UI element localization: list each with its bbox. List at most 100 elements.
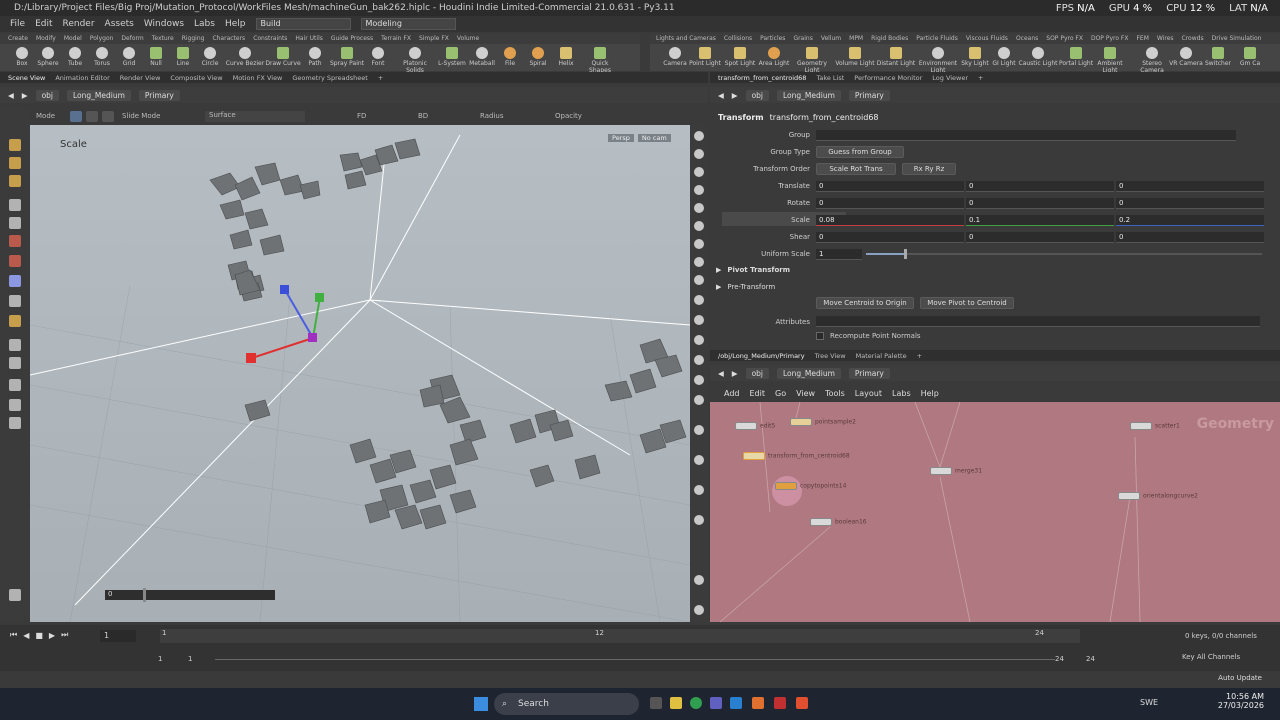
clock-icon[interactable]	[694, 575, 704, 585]
shelf-tab[interactable]: Grains	[793, 35, 812, 42]
magnet-icon[interactable]	[9, 339, 21, 351]
node-orientalongcurve2[interactable]: orientalongcurve2	[1118, 492, 1198, 500]
visibility-icon[interactable]	[694, 275, 704, 285]
wireframe-icon[interactable]	[694, 185, 704, 195]
tab-parameters[interactable]: transform_from_centroid68	[718, 74, 806, 82]
current-frame-field[interactable]: 1	[100, 630, 136, 642]
ghost-icon[interactable]	[694, 295, 704, 305]
net-menu-go[interactable]: Go	[775, 389, 786, 398]
shelf-tab[interactable]: Hair Utils	[295, 35, 322, 42]
persp-menu[interactable]: Persp	[608, 133, 634, 142]
shelf-tab[interactable]: Modify	[36, 35, 56, 42]
path-crumb-obj[interactable]: obj	[35, 89, 59, 101]
shelf-tab[interactable]: DOP Pyro FX	[1091, 35, 1129, 42]
shelf-tab[interactable]: Vellum	[821, 35, 841, 42]
grid-icon[interactable]	[694, 605, 704, 615]
home-icon[interactable]	[694, 515, 704, 525]
net-menu-view[interactable]: View	[796, 389, 815, 398]
search-icon[interactable]	[9, 357, 21, 369]
path-crumb-long-medium[interactable]: Long_Medium	[777, 367, 841, 379]
path-crumb-primary[interactable]: Primary	[138, 89, 180, 101]
menu-labs[interactable]: Labs	[194, 19, 215, 29]
taskbar-search[interactable]: ⌕ Search	[494, 693, 639, 715]
node-name-field[interactable]: transform_from_centroid68	[770, 113, 879, 122]
shelf-tab[interactable]: Create	[8, 35, 28, 42]
end-frame-2[interactable]: 24	[1086, 655, 1095, 663]
prim-numbers-icon[interactable]	[694, 355, 704, 365]
scale-tool-icon[interactable]	[9, 235, 21, 247]
group-type-select[interactable]: Guess from Group	[816, 146, 904, 158]
rotate-tool-icon[interactable]	[9, 217, 21, 229]
points-icon[interactable]	[694, 221, 704, 231]
play-icon[interactable]: ▶	[49, 631, 55, 640]
quick-shapes-tool[interactable]: Quick Shapes	[580, 44, 620, 74]
ambient-light-tool[interactable]: Ambient Light	[1090, 44, 1130, 74]
grid-snap-icon[interactable]	[9, 379, 21, 391]
shelf-tab[interactable]: Wires	[1157, 35, 1174, 42]
play-reverse-icon[interactable]: ◀	[23, 631, 29, 640]
net-menu-help[interactable]: Help	[921, 389, 939, 398]
add-tab-icon[interactable]: +	[378, 74, 383, 82]
group-field[interactable]	[816, 130, 1236, 141]
houdini-icon[interactable]	[752, 697, 764, 709]
point-numbers-icon[interactable]	[694, 335, 704, 345]
shelf-tab[interactable]: Terrain FX	[381, 35, 411, 42]
stop-icon[interactable]: ■	[35, 631, 43, 640]
add-tab-icon[interactable]: +	[917, 352, 922, 360]
render-icon[interactable]	[694, 455, 704, 465]
back-arrow-icon[interactable]: ◀	[718, 91, 724, 100]
windows-start-icon[interactable]	[474, 697, 488, 711]
tab-take-list[interactable]: Take List	[816, 74, 844, 82]
slide-mode-label[interactable]: Slide Mode	[122, 112, 160, 120]
net-menu-tools[interactable]: Tools	[825, 389, 845, 398]
tab-animation-editor[interactable]: Animation Editor	[55, 74, 109, 82]
menu-file[interactable]: File	[10, 19, 25, 29]
translate-y-field[interactable]: 0	[966, 181, 1114, 192]
camera-menu[interactable]: No cam	[637, 133, 671, 142]
node-scatter1[interactable]: scatter1	[1130, 422, 1180, 430]
node-edit5[interactable]: edit5	[735, 422, 775, 430]
path-crumb-long-medium[interactable]: Long_Medium	[777, 89, 841, 101]
brush-mode-icon[interactable]	[86, 111, 98, 122]
brave-icon[interactable]	[796, 697, 808, 709]
shelf-tab[interactable]: Model	[64, 35, 82, 42]
end-frame[interactable]: 24	[1055, 655, 1064, 663]
transform-order-select[interactable]: Scale Rot Trans	[816, 163, 896, 175]
shelf-tab[interactable]: Volume	[457, 35, 479, 42]
distant-light-tool[interactable]: Distant Light	[876, 44, 916, 71]
tab-composite-view[interactable]: Composite View	[170, 74, 222, 82]
add-tab-icon[interactable]: +	[978, 74, 983, 82]
font-tool[interactable]: Font	[358, 44, 398, 71]
tab-performance-monitor[interactable]: Performance Monitor	[854, 74, 922, 82]
pose-tool-icon[interactable]	[9, 157, 21, 169]
shelf-tab[interactable]: FEM	[1136, 35, 1148, 42]
menu-help[interactable]: Help	[225, 19, 246, 29]
menu-render[interactable]: Render	[63, 19, 95, 29]
select-mode-icon[interactable]	[70, 111, 82, 122]
shelf-tab[interactable]: Oceans	[1016, 35, 1038, 42]
shelf-tab[interactable]: Guide Process	[331, 35, 373, 42]
gear-icon[interactable]	[9, 589, 21, 601]
forward-arrow-icon[interactable]: ▶	[732, 369, 738, 378]
net-menu-labs[interactable]: Labs	[892, 389, 911, 398]
translate-x-field[interactable]: 0	[816, 181, 964, 192]
uniform-scale-slider[interactable]	[866, 249, 1262, 259]
value-slider[interactable]: 0	[105, 588, 275, 602]
view-tool-icon[interactable]	[9, 275, 21, 287]
network-editor[interactable]: Geometry edit5 pointsample2 transform_fr…	[710, 402, 1280, 622]
attributes-field[interactable]	[816, 316, 1260, 327]
guide-icon[interactable]	[694, 257, 704, 267]
gm-ca-tool[interactable]: Gm Ca	[1230, 44, 1270, 71]
shelf-tab[interactable]: SOP Pyro FX	[1046, 35, 1083, 42]
shelf-tab[interactable]: Lights and Cameras	[656, 35, 716, 42]
path-crumb-primary[interactable]: Primary	[848, 367, 890, 379]
info-icon[interactable]	[694, 485, 704, 495]
flipbook-icon[interactable]	[694, 425, 704, 435]
shelf-tab[interactable]: Crowds	[1182, 35, 1204, 42]
move-pivot-to-centroid-button[interactable]: Move Pivot to Centroid	[920, 297, 1014, 309]
node-merge31[interactable]: merge31	[930, 467, 982, 475]
shelf-tab[interactable]: Particle Fluids	[916, 35, 958, 42]
area-light-tool[interactable]: Area Light	[754, 44, 794, 71]
tab-material-palette[interactable]: Material Palette	[856, 352, 907, 360]
tab-tree-view[interactable]: Tree View	[815, 352, 846, 360]
